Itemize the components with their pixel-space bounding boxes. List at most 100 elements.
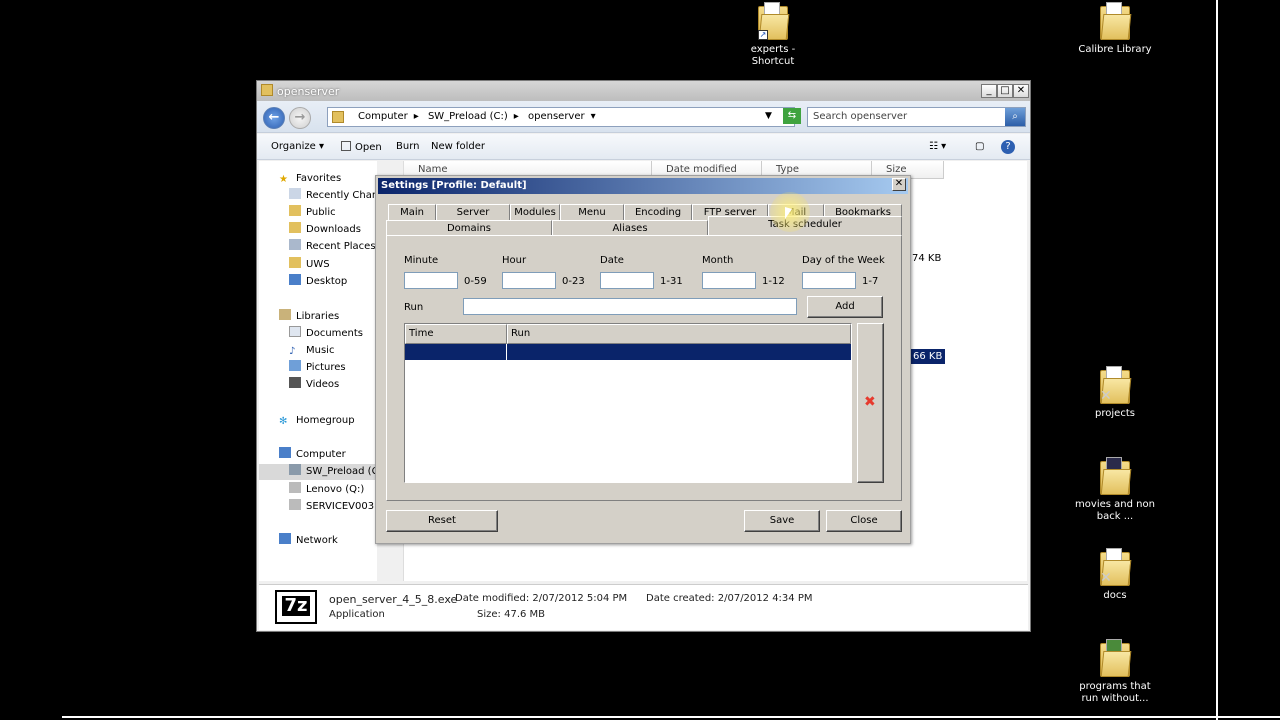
nav-homegroup[interactable]: ✻ Homegroup — [279, 413, 355, 429]
nav-videos[interactable]: Videos — [289, 377, 339, 393]
breadcrumb-folder[interactable]: openserver — [528, 111, 585, 122]
nav-recent-places[interactable]: Recent Places — [289, 239, 376, 255]
nav-public[interactable]: Public — [289, 205, 336, 221]
tab-main[interactable]: Main — [388, 204, 436, 220]
run-input[interactable] — [463, 298, 797, 315]
file-size: 74 KB — [912, 253, 942, 264]
breadcrumb-drive[interactable]: SW_Preload (C:) — [428, 111, 508, 122]
search-input[interactable]: Search openserver ⌕ — [807, 107, 1026, 127]
chevron-down-icon[interactable]: ▼ — [765, 111, 772, 121]
close-icon[interactable]: ✕ — [892, 178, 906, 191]
burn-button[interactable]: Burn — [396, 141, 419, 152]
videos-icon — [289, 377, 301, 388]
desktop-icon-programs[interactable]: programs that run without... — [1075, 639, 1155, 705]
table-row[interactable] — [405, 344, 851, 360]
new-folder-button[interactable]: New folder — [431, 141, 485, 152]
desktop-icon-label: Calibre Library — [1078, 44, 1152, 55]
search-icon[interactable]: ⌕ — [1005, 108, 1025, 126]
desktop-icon-label: movies and non back ... — [1075, 499, 1155, 522]
grid-column-time[interactable]: Time — [405, 324, 507, 344]
nav-desktop[interactable]: Desktop — [289, 274, 347, 290]
minute-input[interactable] — [404, 272, 458, 289]
network-icon — [279, 533, 291, 544]
dialog-titlebar[interactable]: Settings [Profile: Default] — [378, 178, 908, 194]
homegroup-icon: ✻ — [279, 416, 288, 427]
delete-task-button[interactable]: ✖ — [857, 323, 884, 483]
date-input[interactable] — [600, 272, 654, 289]
month-input[interactable] — [702, 272, 756, 289]
nav-music[interactable]: ♪ Music — [289, 343, 334, 359]
explorer-titlebar[interactable]: openserver _ □ ✕ — [257, 81, 1030, 101]
tab-server[interactable]: Server — [436, 204, 510, 220]
refresh-icon[interactable]: ⇆ — [783, 108, 801, 124]
desktop-icon-docs[interactable]: ✕ docs — [1075, 548, 1155, 602]
breadcrumb[interactable]: Computer ▸ SW_Preload (C:) ▸ openserver ▾ — [327, 107, 795, 127]
hour-input[interactable] — [502, 272, 556, 289]
view-options-icon[interactable]: ☷ ▾ — [929, 141, 946, 152]
tab-aliases[interactable]: Aliases — [552, 220, 708, 236]
window-title: openserver — [277, 85, 340, 98]
task-grid[interactable]: Time Run — [404, 323, 852, 483]
preview-pane-icon[interactable]: ▢ — [975, 141, 984, 152]
nav-recently-changed[interactable]: Recently Change — [289, 188, 377, 204]
tab-encoding[interactable]: Encoding — [624, 204, 692, 220]
documents-icon — [289, 326, 301, 337]
organize-button[interactable]: Organize ▾ — [271, 141, 324, 152]
nav-favorites[interactable]: ★ Favorites — [279, 171, 341, 187]
reset-button[interactable]: Reset — [386, 510, 498, 532]
nav-downloads[interactable]: Downloads — [289, 222, 361, 238]
run-label: Run — [404, 302, 424, 313]
hour-label: Hour — [502, 255, 527, 266]
nav-network[interactable]: Network — [279, 533, 338, 549]
drive-icon — [289, 499, 301, 510]
nav-documents[interactable]: Documents — [289, 326, 363, 342]
desktop-icon-movies[interactable]: movies and non back ... — [1075, 457, 1155, 523]
nav-servicev003[interactable]: SERVICEV003 (S — [289, 499, 377, 515]
delete-icon: ✖ — [864, 394, 876, 410]
music-icon: ♪ — [289, 346, 296, 357]
close-button[interactable]: ✕ — [1013, 84, 1029, 98]
breadcrumb-computer[interactable]: Computer — [358, 111, 408, 122]
tab-modules[interactable]: Modules — [510, 204, 560, 220]
desktop: ↗ experts - Shortcut Calibre Library ✕ p… — [0, 0, 1280, 720]
star-icon: ★ — [279, 174, 288, 185]
folder-icon — [1100, 639, 1132, 677]
folder-icon: ✕ — [1100, 548, 1132, 586]
minimize-button[interactable]: _ — [981, 84, 997, 98]
nav-computer[interactable]: Computer — [279, 447, 346, 463]
desktop-divider — [1216, 0, 1218, 720]
grid-column-run[interactable]: Run — [507, 324, 851, 344]
details-size: Size: 47.6 MB — [477, 609, 546, 620]
computer-icon — [279, 447, 291, 458]
maximize-button[interactable]: □ — [997, 84, 1013, 98]
search-placeholder: Search openserver — [813, 111, 908, 122]
folder-icon: ✕ — [1100, 366, 1132, 404]
month-range: 1-12 — [762, 276, 785, 287]
nav-lenovo[interactable]: Lenovo (Q:) — [289, 482, 364, 498]
folder-icon — [289, 205, 301, 216]
day-of-week-input[interactable] — [802, 272, 856, 289]
close-button[interactable]: Close — [826, 510, 902, 532]
folder-shortcut-icon: ↗ — [758, 2, 790, 40]
month-label: Month — [702, 255, 734, 266]
open-button[interactable]: Open — [341, 141, 382, 153]
forward-button[interactable]: → — [289, 107, 311, 129]
nav-sw-preload[interactable]: SW_Preload (C: — [259, 464, 377, 480]
save-button[interactable]: Save — [744, 510, 820, 532]
file-size-selected[interactable]: 66 KB — [910, 349, 946, 364]
nav-pictures[interactable]: Pictures — [289, 360, 346, 376]
folder-icon — [289, 222, 301, 233]
desktop-icon-projects[interactable]: ✕ projects — [1075, 366, 1155, 420]
tab-domains[interactable]: Domains — [386, 220, 552, 236]
add-button[interactable]: Add — [807, 296, 883, 318]
nav-uws[interactable]: UWS — [289, 257, 330, 273]
desktop-icon-label: docs — [1103, 590, 1127, 601]
back-button[interactable]: ← — [263, 107, 285, 129]
tab-menu[interactable]: Menu — [560, 204, 624, 220]
desktop-icon-experts[interactable]: ↗ experts - Shortcut — [733, 2, 813, 68]
settings-dialog: Settings [Profile: Default] ✕ Main Serve… — [375, 175, 911, 544]
date-label: Date — [600, 255, 624, 266]
nav-libraries[interactable]: Libraries — [279, 309, 339, 325]
help-icon[interactable]: ? — [1001, 140, 1015, 154]
desktop-icon-calibre-library[interactable]: Calibre Library — [1075, 2, 1155, 56]
